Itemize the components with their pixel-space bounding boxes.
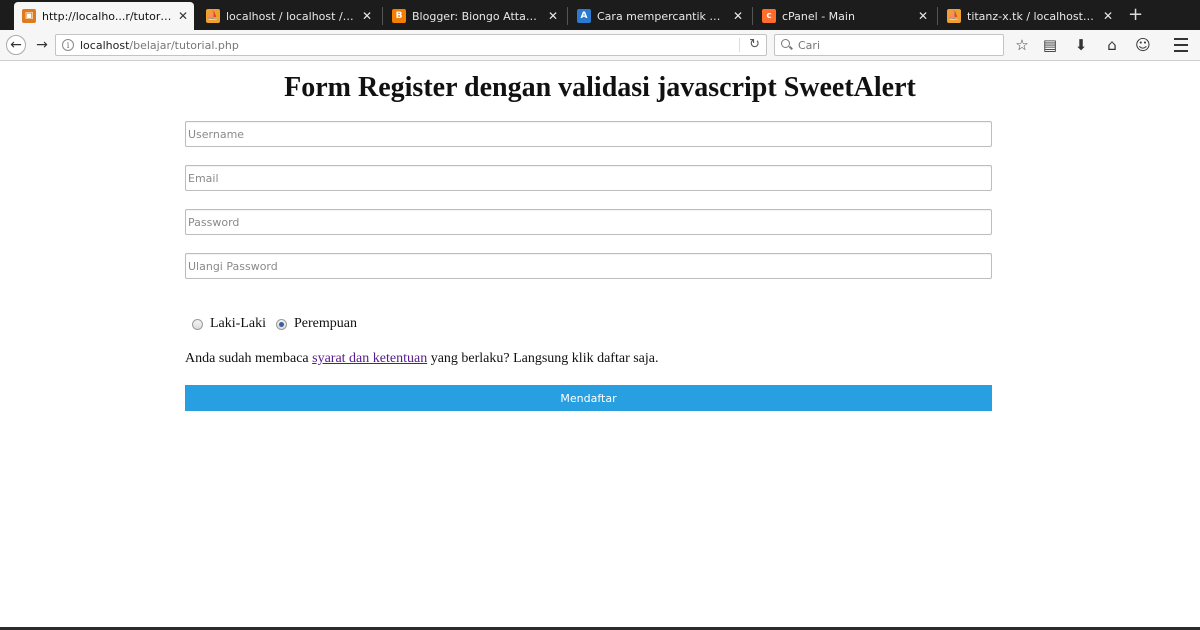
- info-icon[interactable]: i: [62, 39, 74, 51]
- new-tab-button[interactable]: +: [1128, 4, 1143, 26]
- phpmyadmin-icon: ⛵: [206, 9, 220, 23]
- tab-title: titanz-x.tk / localhost / titan...: [967, 9, 1097, 23]
- tab-divider: [382, 7, 383, 25]
- arrow-left-icon: ←: [10, 37, 22, 53]
- tab-divider: [752, 7, 753, 25]
- close-icon[interactable]: ✕: [733, 9, 743, 23]
- terms-link[interactable]: syarat dan ketentuan: [312, 351, 427, 366]
- reading-list-icon[interactable]: ▤: [1041, 36, 1059, 54]
- confirm-password-field[interactable]: [185, 253, 992, 279]
- register-button[interactable]: Mendaftar: [185, 385, 992, 411]
- tab-blogger[interactable]: B Blogger: Biongo Attacker - ... ✕: [384, 4, 564, 28]
- username-field[interactable]: [185, 121, 992, 147]
- phpmyadmin-icon: ⛵: [947, 9, 961, 23]
- cpanel-icon: c: [762, 9, 776, 23]
- gender-radio-group: Laki-Laki Perempuan: [192, 316, 367, 332]
- site-icon: A: [577, 9, 591, 23]
- navigation-bar: ← → i localhost/belajar/tutorial.php ↻ ☆…: [0, 30, 1200, 61]
- blogger-icon: B: [392, 9, 406, 23]
- close-icon[interactable]: ✕: [548, 9, 558, 23]
- reload-icon[interactable]: ↻: [749, 37, 760, 52]
- search-input[interactable]: [798, 38, 998, 52]
- female-radio[interactable]: [275, 318, 287, 330]
- tab-strip: ▣ http://localho...r/tutorial.php ✕ ⛵ lo…: [0, 0, 1200, 30]
- page-icon: ▣: [22, 9, 36, 23]
- tab-divider: [937, 7, 938, 25]
- tab-cpanel[interactable]: c cPanel - Main ✕: [754, 4, 934, 28]
- tab-cara[interactable]: A Cara mempercantik alert jav... ✕: [569, 4, 749, 28]
- email-field[interactable]: [185, 165, 992, 191]
- tab-titanz[interactable]: ⛵ titanz-x.tk / localhost / titan... ✕: [939, 4, 1119, 28]
- page-title: Form Register dengan validasi javascript…: [284, 72, 916, 103]
- search-icon: [781, 39, 793, 51]
- tab-tutorial[interactable]: ▣ http://localho...r/tutorial.php ✕: [14, 2, 194, 30]
- close-icon[interactable]: ✕: [918, 9, 928, 23]
- address-bar[interactable]: i localhost/belajar/tutorial.php ↻: [55, 34, 767, 56]
- tab-divider: [567, 7, 568, 25]
- arrow-right-icon: →: [36, 37, 48, 53]
- male-label[interactable]: Laki-Laki: [210, 316, 266, 332]
- menu-icon[interactable]: [1172, 36, 1190, 54]
- close-icon[interactable]: ✕: [362, 9, 372, 23]
- page-content: Form Register dengan validasi javascript…: [0, 62, 1200, 627]
- tab-title: http://localho...r/tutorial.php: [42, 9, 172, 23]
- chat-icon[interactable]: ☺: [1134, 36, 1152, 54]
- tab-title: Cara mempercantik alert jav...: [597, 9, 727, 23]
- download-icon[interactable]: ⬇: [1072, 36, 1090, 54]
- bookmark-star-icon[interactable]: ☆: [1013, 36, 1031, 54]
- search-bar[interactable]: [774, 34, 1004, 56]
- url-path: /belajar/tutorial.php: [129, 38, 239, 52]
- back-button[interactable]: ←: [6, 35, 26, 55]
- password-field[interactable]: [185, 209, 992, 235]
- tab-title: cPanel - Main: [782, 9, 855, 23]
- terms-before: Anda sudah membaca: [185, 351, 313, 366]
- terms-after: yang berlaku? Langsung klik daftar saja.: [427, 351, 659, 366]
- female-label[interactable]: Perempuan: [294, 316, 357, 332]
- close-icon[interactable]: ✕: [178, 9, 188, 23]
- tab-title: localhost / localhost / foru...: [226, 9, 356, 23]
- tab-title: Blogger: Biongo Attacker - ...: [412, 9, 542, 23]
- forward-button[interactable]: →: [32, 35, 52, 55]
- url-text[interactable]: localhost/belajar/tutorial.php: [80, 39, 239, 52]
- male-radio[interactable]: [192, 318, 203, 330]
- terms-text: Anda sudah membaca syarat dan ketentuan …: [185, 351, 659, 367]
- home-icon[interactable]: ⌂: [1103, 36, 1121, 54]
- url-divider: [739, 38, 740, 52]
- tab-localhost[interactable]: ⛵ localhost / localhost / foru... ✕: [198, 4, 378, 28]
- url-host: localhost: [80, 38, 130, 52]
- close-icon[interactable]: ✕: [1103, 9, 1113, 23]
